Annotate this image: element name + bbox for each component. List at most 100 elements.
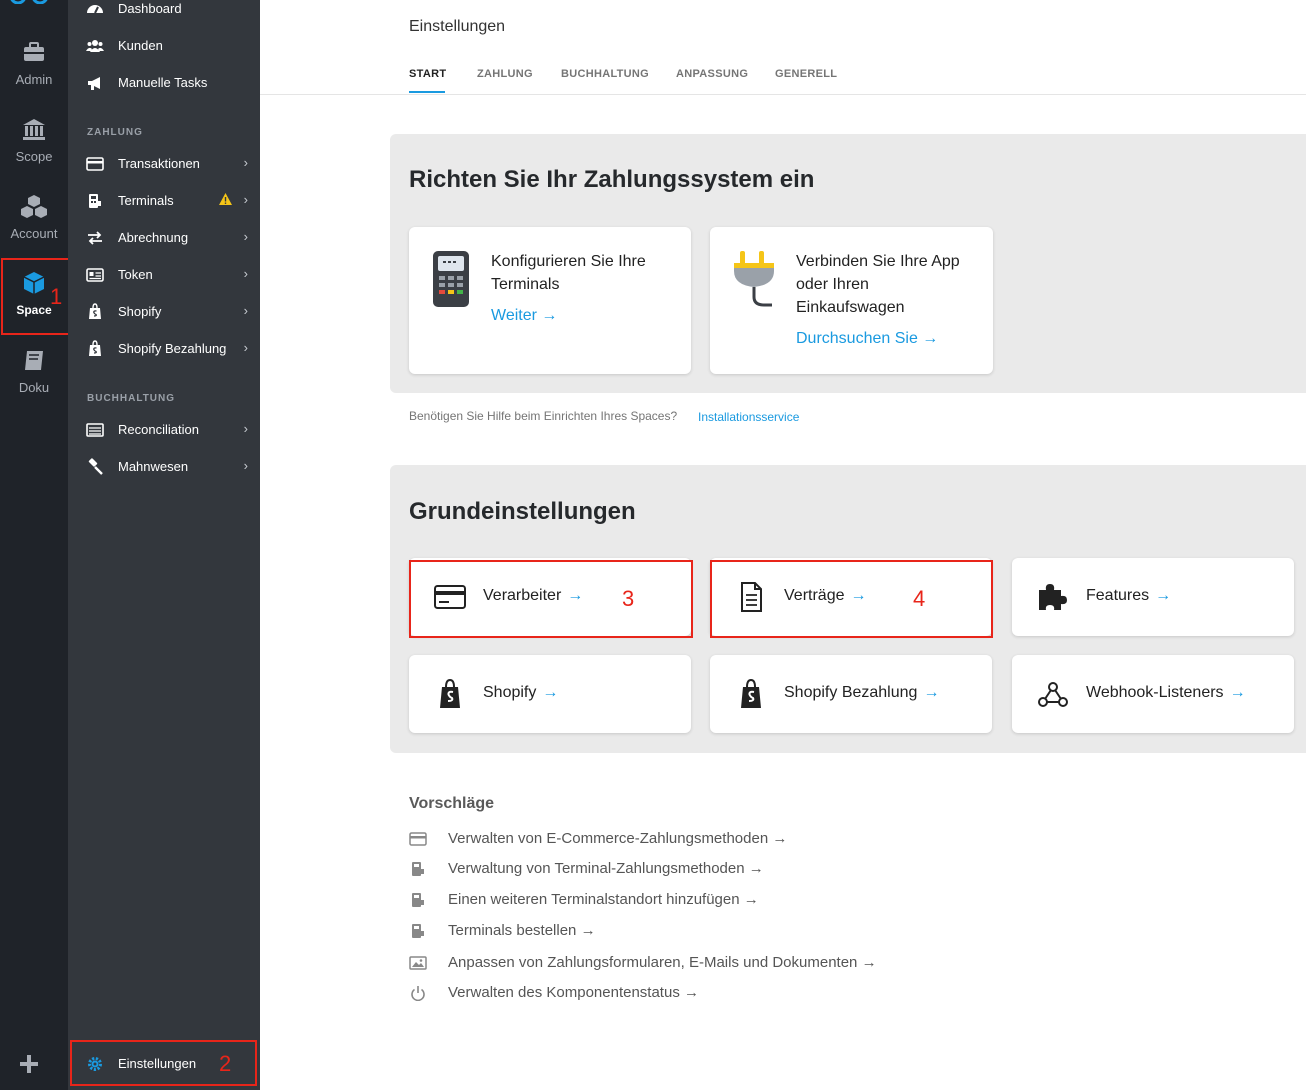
- card-text-line: Terminals: [491, 276, 560, 293]
- shopify-icon: [440, 679, 460, 708]
- nav-item-abrechnung[interactable]: Abrechnung ›: [68, 223, 260, 253]
- installation-service-link[interactable]: Installationsservice: [698, 410, 799, 424]
- nav-section-title: BUCHHALTUNG: [87, 393, 176, 404]
- tile-webhook-listeners[interactable]: Webhook-Listeners →: [1012, 655, 1294, 733]
- shopify-icon: [89, 340, 101, 356]
- help-text: Benötigen Sie Hilfe beim Einrichten Ihre…: [409, 409, 678, 423]
- nav-item-manuelle-tasks[interactable]: Manuelle Tasks: [68, 68, 260, 98]
- plus-icon[interactable]: [19, 1054, 39, 1074]
- nav-section-title: ZAHLUNG: [87, 127, 143, 138]
- nav-item-label: Kunden: [118, 38, 163, 53]
- rail-item-doku[interactable]: Doku: [0, 346, 68, 422]
- side-nav: Dashboard Kunden Manuelle Tasks ZAHLUNG …: [68, 0, 260, 1090]
- rail-item-label: Doku: [18, 380, 50, 395]
- tab-zahlung[interactable]: ZAHLUNG: [477, 68, 533, 80]
- nav-item-label: Token: [118, 267, 153, 282]
- terminal-icon: [412, 924, 424, 938]
- card-text-line: Konfigurieren Sie Ihre: [491, 253, 646, 270]
- nav-item-label: Dashboard: [118, 1, 182, 16]
- card-link-durchsuchen[interactable]: Durchsuchen Sie →: [796, 330, 938, 348]
- nav-item-terminals[interactable]: Terminals ›: [68, 186, 260, 216]
- users-icon: [86, 40, 104, 52]
- arrow-right-icon: →: [772, 830, 788, 847]
- tile-label-text: Shopify: [483, 684, 537, 701]
- rail-item-scope[interactable]: Scope: [0, 115, 68, 191]
- main-content: Einstellungen START ZAHLUNG BUCHHALTUNG …: [260, 0, 1306, 1090]
- app-rail: Admin Scope Account Space Doku: [0, 0, 68, 1090]
- chevron-right-icon: ›: [243, 458, 248, 473]
- arrow-right-icon: →: [923, 684, 940, 701]
- logo-icon: [10, 0, 48, 4]
- card-link-weiter[interactable]: Weiter →: [491, 307, 557, 325]
- tab-generell[interactable]: GENERELL: [775, 68, 837, 80]
- annotation-number: 2: [219, 1051, 232, 1076]
- nav-item-token[interactable]: Token ›: [68, 260, 260, 290]
- page-title: Einstellungen: [409, 18, 506, 35]
- card-text-line: oder Ihren: [796, 276, 869, 293]
- nav-item-reconciliation[interactable]: Reconciliation ›: [68, 415, 260, 445]
- suggestion-label: Terminals bestellen →: [448, 922, 596, 939]
- chevron-right-icon: ›: [243, 229, 248, 244]
- card-link-label: Durchsuchen Sie: [796, 330, 918, 347]
- rail-item-label: Admin: [15, 72, 53, 87]
- tab-anpassung[interactable]: ANPASSUNG: [676, 68, 748, 80]
- terminal-icon: [412, 893, 424, 907]
- chevron-right-icon: ›: [243, 421, 248, 436]
- annotation-number: 4: [913, 586, 926, 611]
- nav-item-label: Shopify Bezahlung: [118, 341, 227, 356]
- tile-label: Features →: [1086, 587, 1171, 605]
- card-text-line: Einkaufswagen: [796, 299, 905, 316]
- tab-buchhaltung[interactable]: BUCHHALTUNG: [561, 68, 649, 80]
- nav-item-label: Manuelle Tasks: [118, 75, 208, 90]
- card-link-label: Weiter: [491, 307, 537, 324]
- shopify-icon: [89, 303, 101, 319]
- credit-card-icon: [409, 832, 427, 846]
- setup-title: Richten Sie Ihr Zahlungssystem ein: [409, 166, 815, 193]
- tile-label-text: Features: [1086, 587, 1150, 604]
- chevron-right-icon: ›: [243, 155, 248, 170]
- tile-label: Shopify →: [483, 684, 558, 702]
- boxes-icon: [21, 195, 47, 218]
- nav-item-label: Reconciliation: [118, 422, 199, 437]
- arrow-right-icon: →: [542, 684, 559, 701]
- shopify-icon: [741, 679, 761, 708]
- dashboard-icon: [87, 5, 103, 14]
- setup-card-connect-app[interactable]: Verbinden Sie Ihre App oder Ihren Einkau…: [710, 227, 993, 374]
- nav-item-kunden[interactable]: Kunden: [68, 31, 260, 61]
- tab-start[interactable]: START: [409, 68, 446, 80]
- nav-item-transaktionen[interactable]: Transaktionen ›: [68, 149, 260, 179]
- nav-item-shopify-bezahlung[interactable]: Shopify Bezahlung ›: [68, 334, 260, 364]
- plug-icon: [734, 251, 774, 307]
- suggestion-text: Terminals bestellen: [448, 922, 577, 939]
- setup-panel: Richten Sie Ihr Zahlungssystem ein Konfi…: [390, 134, 1306, 393]
- card-text: Verbinden Sie Ihre App oder Ihren Einkau…: [796, 250, 960, 319]
- tile-shopify[interactable]: Shopify →: [409, 655, 691, 733]
- nav-item-mahnwesen[interactable]: Mahnwesen ›: [68, 452, 260, 482]
- arrow-right-icon: →: [861, 954, 877, 971]
- basics-title: Grundeinstellungen: [409, 498, 636, 525]
- id-card-icon: [86, 268, 104, 282]
- image-icon: [409, 956, 427, 970]
- tile-shopify-bezahlung[interactable]: Shopify Bezahlung →: [710, 655, 992, 733]
- suggestion-label: Anpassen von Zahlungsformularen, E-Mails…: [448, 954, 877, 971]
- annotation-box-vertraege: [710, 560, 993, 638]
- terminal-icon: [89, 194, 101, 208]
- page-header: Einstellungen START ZAHLUNG BUCHHALTUNG …: [260, 0, 1306, 95]
- bank-icon: [23, 119, 45, 140]
- tile-label: Shopify Bezahlung →: [784, 684, 939, 702]
- puzzle-icon: [1039, 584, 1067, 610]
- tile-features[interactable]: Features →: [1012, 558, 1294, 636]
- power-icon: [411, 986, 425, 1001]
- suggestion-text: Verwaltung von Terminal-Zahlungsmethoden: [448, 860, 745, 877]
- nav-item-dashboard[interactable]: Dashboard: [68, 0, 260, 24]
- arrow-right-icon: →: [748, 860, 764, 877]
- suggestion-text: Verwalten von E-Commerce-Zahlungsmethode…: [448, 830, 769, 847]
- briefcase-icon: [24, 42, 44, 61]
- card-terminal-icon: [433, 251, 469, 307]
- setup-card-terminals[interactable]: Konfigurieren Sie Ihre Terminals Weiter …: [409, 227, 691, 374]
- nav-item-shopify[interactable]: Shopify ›: [68, 297, 260, 327]
- tile-label: Webhook-Listeners →: [1086, 684, 1246, 702]
- rail-item-admin[interactable]: Admin: [0, 38, 68, 114]
- chevron-right-icon: ›: [243, 340, 248, 355]
- rail-item-account[interactable]: Account: [0, 192, 68, 268]
